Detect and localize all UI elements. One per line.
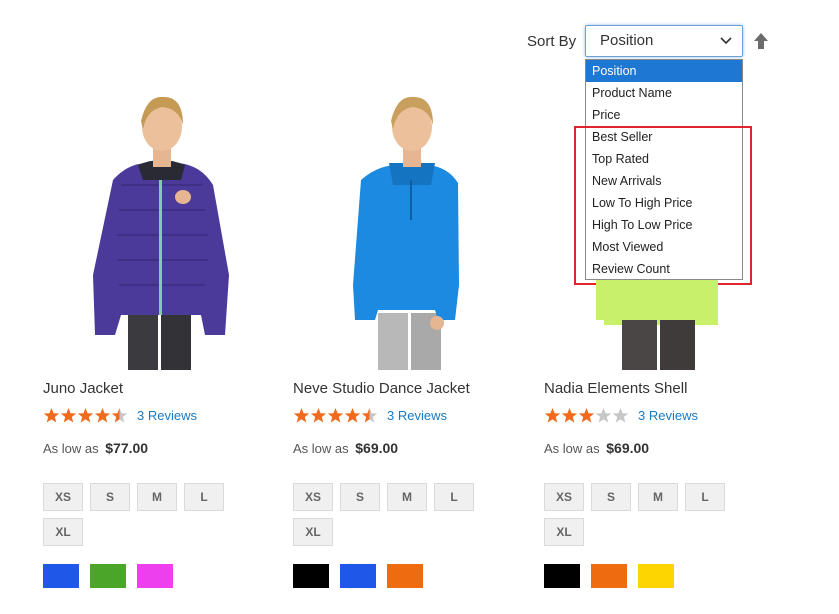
price-value: $69.00 — [606, 440, 650, 456]
reviews-link[interactable]: 3 Reviews — [387, 408, 447, 423]
product-photo-neve-studio-dance-jacket — [353, 96, 459, 370]
size-option-xs[interactable]: XS — [544, 483, 584, 511]
product-price: As low as $69.00 — [544, 440, 649, 456]
price-prefix: As low as — [43, 441, 99, 456]
price-value: $77.00 — [105, 440, 149, 456]
star-icon — [561, 407, 578, 422]
size-option-s[interactable]: S — [340, 483, 380, 511]
rating-stars — [43, 407, 128, 424]
product-card[interactable]: Juno Jacket 3 Reviews As low as $77.00 X… — [43, 85, 263, 588]
star-icon — [310, 407, 327, 422]
size-option-l[interactable]: L — [685, 483, 725, 511]
color-swatch[interactable] — [43, 564, 79, 588]
product-image[interactable] — [43, 85, 263, 370]
star-icon — [544, 407, 561, 422]
sort-by-select[interactable]: Position — [585, 25, 743, 57]
star-icon — [344, 407, 361, 422]
sort-by-label: Sort By — [527, 33, 577, 50]
product-image[interactable] — [544, 85, 764, 370]
product-rating: 3 Reviews — [43, 406, 197, 424]
size-option-xl[interactable]: XL — [544, 518, 584, 546]
color-swatch[interactable] — [387, 564, 423, 588]
star-icon — [293, 407, 310, 422]
product-price: As low as $69.00 — [293, 440, 398, 456]
rating-stars — [293, 407, 378, 424]
size-option-xs[interactable]: XS — [43, 483, 83, 511]
product-card[interactable]: Neve Studio Dance Jacket 3 Reviews As lo… — [293, 85, 513, 588]
size-option-xs[interactable]: XS — [293, 483, 333, 511]
size-option-m[interactable]: M — [638, 483, 678, 511]
arrow-up-icon[interactable] — [754, 33, 768, 49]
star-icon — [578, 407, 595, 422]
color-swatch[interactable] — [544, 564, 580, 588]
size-option-m[interactable]: M — [387, 483, 427, 511]
product-rating: 3 Reviews — [293, 406, 447, 424]
reviews-link[interactable]: 3 Reviews — [638, 408, 698, 423]
star-icon — [60, 407, 77, 422]
size-option-l[interactable]: L — [434, 483, 474, 511]
color-swatch[interactable] — [591, 564, 627, 588]
star-icon — [77, 407, 94, 422]
product-image[interactable] — [293, 85, 513, 370]
star-icon — [94, 407, 111, 422]
sort-select-value: Position — [600, 32, 654, 49]
size-option-l[interactable]: L — [184, 483, 224, 511]
color-swatch[interactable] — [293, 564, 329, 588]
product-name[interactable]: Juno Jacket — [43, 380, 123, 397]
size-option-m[interactable]: M — [137, 483, 177, 511]
color-swatch[interactable] — [638, 564, 674, 588]
star-icon — [361, 407, 378, 422]
size-option-xl[interactable]: XL — [43, 518, 83, 546]
product-photo-juno-jacket — [93, 96, 229, 370]
product-price: As low as $77.00 — [43, 440, 148, 456]
product-card[interactable]: Nadia Elements Shell 3 Reviews As low as… — [544, 85, 764, 588]
star-icon — [327, 407, 344, 422]
price-prefix: As low as — [293, 441, 349, 456]
reviews-link[interactable]: 3 Reviews — [137, 408, 197, 423]
product-name[interactable]: Nadia Elements Shell — [544, 380, 687, 397]
rating-stars — [544, 407, 629, 424]
chevron-down-icon — [720, 37, 732, 45]
price-prefix: As low as — [544, 441, 600, 456]
size-option-s[interactable]: S — [90, 483, 130, 511]
color-swatch[interactable] — [340, 564, 376, 588]
star-icon — [612, 407, 629, 422]
product-rating: 3 Reviews — [544, 406, 698, 424]
size-option-s[interactable]: S — [591, 483, 631, 511]
star-icon — [595, 407, 612, 422]
product-photo-nadia-elements-shell — [596, 280, 718, 370]
color-swatch[interactable] — [90, 564, 126, 588]
star-icon — [43, 407, 60, 422]
price-value: $69.00 — [355, 440, 399, 456]
color-swatch[interactable] — [137, 564, 173, 588]
star-icon — [111, 407, 128, 422]
product-name[interactable]: Neve Studio Dance Jacket — [293, 380, 470, 397]
size-option-xl[interactable]: XL — [293, 518, 333, 546]
sort-option[interactable]: Position — [586, 60, 742, 82]
